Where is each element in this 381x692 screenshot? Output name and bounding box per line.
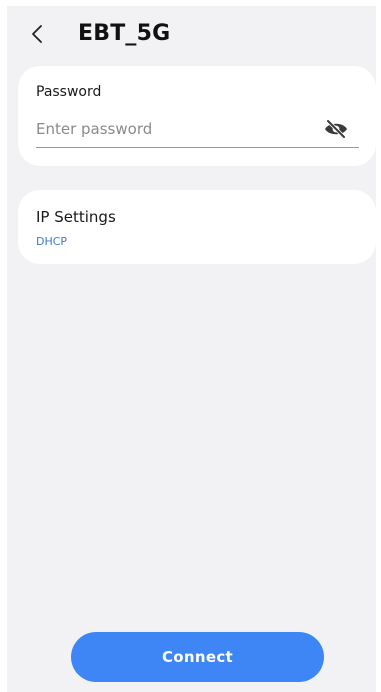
ip-settings-value: DHCP xyxy=(36,235,68,248)
wifi-connect-screen: EBT_5G Password IP Settings DHCP Connect xyxy=(7,6,376,692)
ip-settings-label: IP Settings xyxy=(36,208,116,226)
back-button[interactable] xyxy=(23,20,51,48)
network-name-title: EBT_5G xyxy=(78,21,171,46)
chevron-left-icon xyxy=(32,25,42,43)
password-input[interactable] xyxy=(36,112,306,146)
ip-settings-card[interactable]: IP Settings DHCP xyxy=(18,190,376,264)
toggle-password-visibility-button[interactable] xyxy=(323,118,349,140)
eye-off-icon xyxy=(325,119,347,139)
header: EBT_5G xyxy=(7,6,376,62)
password-field-wrapper xyxy=(36,112,359,148)
password-label: Password xyxy=(36,84,102,100)
connect-button[interactable]: Connect xyxy=(71,632,324,682)
password-card: Password xyxy=(18,66,376,166)
